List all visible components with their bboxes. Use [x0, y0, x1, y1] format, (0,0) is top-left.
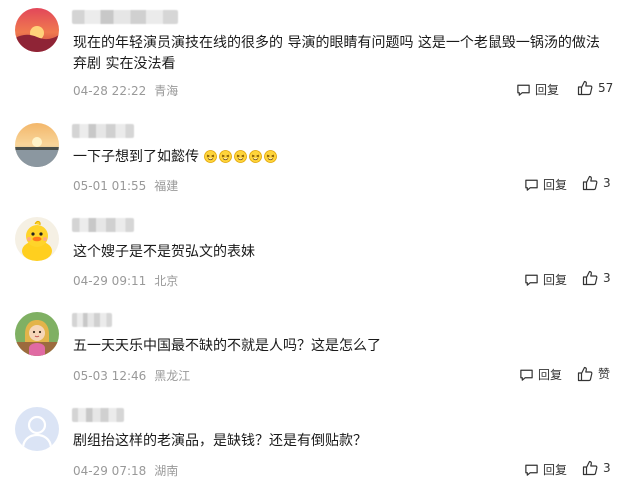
- thumbs-up-icon: [582, 175, 598, 191]
- comment-location: 黑龙江: [154, 369, 191, 383]
- comment-date: 05-01 01:55: [73, 179, 147, 193]
- comment-date: 04-29 07:18: [73, 464, 147, 478]
- like-count: 57: [598, 81, 614, 95]
- comment-meta: 05-01 01:55 福建: [73, 177, 178, 194]
- user-avatar[interactable]: [15, 312, 59, 356]
- reply-icon: [525, 464, 538, 476]
- reply-label: 回复: [543, 178, 568, 192]
- user-avatar[interactable]: [15, 407, 59, 451]
- yellow-duck-avatar-icon: [15, 217, 59, 261]
- comment-meta: 04-28 22:22 青海: [73, 82, 178, 99]
- comment-meta: 05-03 12:46 黑龙江: [73, 367, 190, 384]
- lake-sunset-avatar-icon: [15, 123, 59, 167]
- thumbs-up-icon: [582, 270, 598, 286]
- sunset-avatar-icon: [15, 8, 59, 52]
- comment-text: 五一天天乐中国最不缺的不就是人吗？这是怎么了: [73, 338, 381, 354]
- comment-meta: 04-29 07:18 湖南: [73, 462, 178, 479]
- like-count: 3: [603, 461, 611, 475]
- squint-face-emoji-icon: [219, 150, 232, 163]
- thumbs-up-icon: [577, 80, 593, 96]
- reply-label: 回复: [538, 368, 563, 382]
- like-button[interactable]: 3: [582, 270, 611, 286]
- comment-date: 04-29 09:11: [73, 274, 147, 288]
- reply-button[interactable]: 回复: [516, 81, 559, 98]
- reply-icon: [520, 369, 533, 381]
- comment-text: 现在的年轻演员演技在线的很多的 导演的眼睛有问题吗 这是一个老鼠毁一锅汤的做法 …: [73, 35, 600, 72]
- reply-label: 回复: [543, 273, 568, 287]
- user-avatar[interactable]: [15, 123, 59, 167]
- comment-text: 一下子想到了如懿传: [73, 147, 618, 168]
- reply-icon: [525, 274, 538, 286]
- comment-location: 青海: [154, 84, 179, 98]
- comment-location: 北京: [154, 274, 179, 288]
- comment-location: 湖南: [154, 464, 179, 478]
- cartoon-girl-avatar-icon: [15, 312, 59, 356]
- reply-button[interactable]: 回复: [519, 366, 562, 383]
- reply-icon: [517, 84, 530, 96]
- user-avatar[interactable]: [15, 8, 59, 52]
- reply-button[interactable]: 回复: [524, 461, 567, 478]
- reply-button[interactable]: 回复: [524, 176, 567, 193]
- squint-face-emoji-icon: [249, 150, 262, 163]
- comment-date: 05-03 12:46: [73, 369, 147, 383]
- squint-face-emoji-icon: [264, 150, 277, 163]
- username-blurred[interactable]: [72, 124, 134, 138]
- username-blurred[interactable]: [72, 10, 178, 24]
- comment-text: 这个嫂子是不是贺弘文的表妹: [73, 244, 255, 260]
- comment-location: 福建: [154, 179, 179, 193]
- comment-meta: 04-29 09:11 北京: [73, 272, 178, 289]
- username-blurred[interactable]: [72, 313, 112, 327]
- default-user-avatar-icon: [15, 407, 59, 451]
- comment-text: 剧组抬这样的老演品，是缺钱？还是有倒贴款？: [73, 433, 367, 449]
- reply-label: 回复: [543, 463, 568, 477]
- like-label: 赞: [598, 367, 611, 381]
- username-blurred[interactable]: [72, 408, 124, 422]
- user-avatar[interactable]: [15, 217, 59, 261]
- squint-face-emoji-icon: [234, 150, 247, 163]
- reply-button[interactable]: 回复: [524, 271, 567, 288]
- comment-date: 04-28 22:22: [73, 84, 147, 98]
- squint-face-emoji-icon: [204, 150, 217, 163]
- like-button[interactable]: 3: [582, 175, 611, 191]
- emoji-row: [202, 149, 277, 165]
- username-blurred[interactable]: [72, 218, 134, 232]
- like-button[interactable]: 3: [582, 460, 611, 476]
- comment-text-content: 一下子想到了如懿传: [73, 149, 199, 165]
- reply-label: 回复: [535, 83, 560, 97]
- like-count: 3: [603, 176, 611, 190]
- like-button[interactable]: 赞: [577, 365, 610, 382]
- thumbs-up-icon: [582, 460, 598, 476]
- reply-icon: [525, 179, 538, 191]
- like-button[interactable]: 57: [577, 80, 613, 96]
- like-count: 3: [603, 271, 611, 285]
- thumbs-up-icon: [577, 366, 593, 381]
